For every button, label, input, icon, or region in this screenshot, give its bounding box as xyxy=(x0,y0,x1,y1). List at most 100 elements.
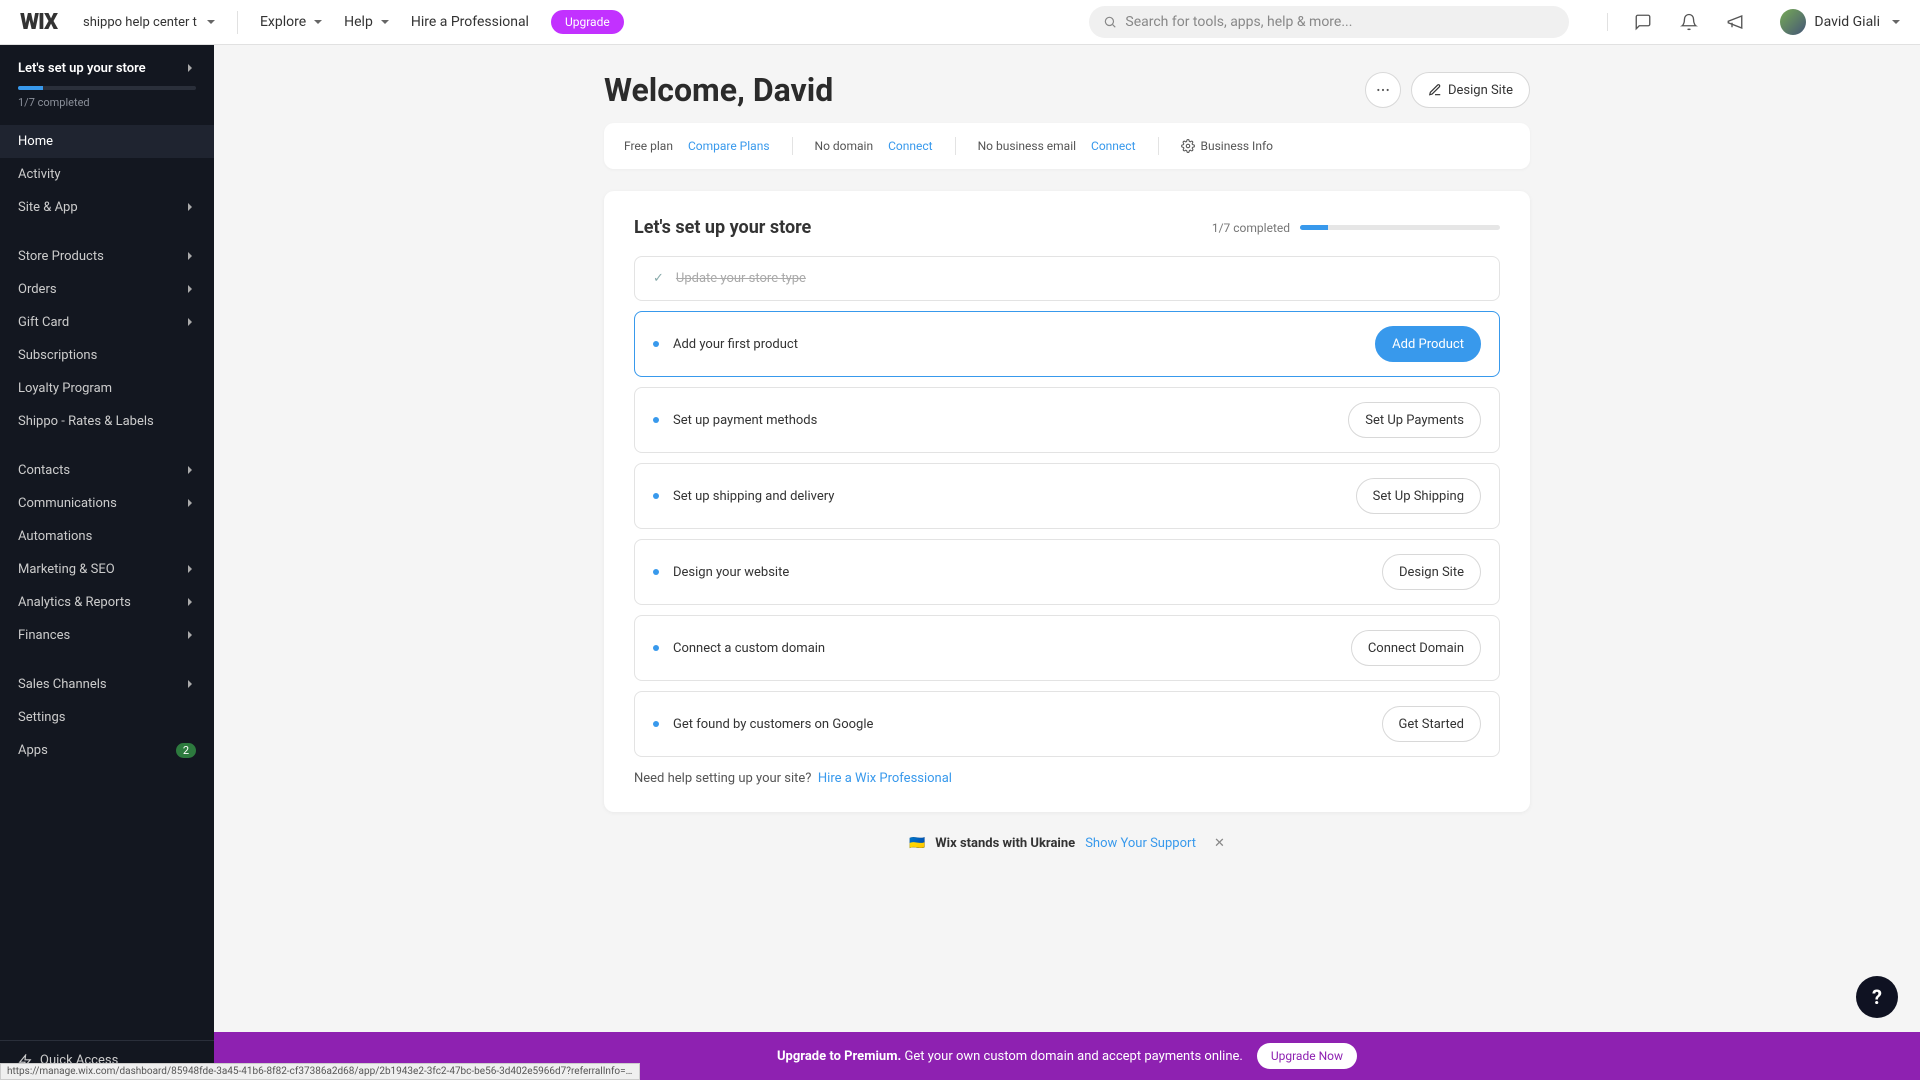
sidebar-item-communications[interactable]: Communications xyxy=(0,487,214,520)
connect-email-link[interactable]: Connect xyxy=(1091,139,1135,153)
setup-help-text: Need help setting up your site? xyxy=(634,771,811,786)
sidebar-item-label: Shippo - Rates & Labels xyxy=(18,414,154,429)
chevron-right-icon xyxy=(184,463,196,478)
sidebar-item-analytics-reports[interactable]: Analytics & Reports xyxy=(0,586,214,619)
help-fab[interactable]: ? xyxy=(1856,976,1898,1018)
business-info-link[interactable]: Business Info xyxy=(1181,139,1273,153)
domain-label: No domain xyxy=(815,139,874,153)
pencil-icon xyxy=(1428,83,1442,97)
upgrade-now-button[interactable]: Upgrade Now xyxy=(1257,1043,1357,1069)
sidebar-setup-block[interactable]: Let's set up your store 1/7 completed xyxy=(0,45,214,119)
chevron-right-icon xyxy=(184,562,196,577)
sidebar-item-finances[interactable]: Finances xyxy=(0,619,214,652)
chevron-right-icon xyxy=(184,496,196,511)
upgrade-bold: Upgrade to Premium. xyxy=(777,1049,901,1064)
sidebar-item-orders[interactable]: Orders xyxy=(0,273,214,306)
user-menu[interactable]: David Giali xyxy=(1780,9,1900,35)
ukraine-banner: 🇺🇦 Wix stands with Ukraine Show Your Sup… xyxy=(604,836,1530,851)
bell-icon[interactable] xyxy=(1680,13,1698,31)
separator xyxy=(1158,137,1159,155)
site-info-bar: Free plan Compare Plans No domain Connec… xyxy=(604,123,1530,169)
upgrade-pill[interactable]: Upgrade xyxy=(551,10,624,34)
dots-icon xyxy=(1375,82,1391,98)
sidebar-item-contacts[interactable]: Contacts xyxy=(0,454,214,487)
sidebar-item-label: Marketing & SEO xyxy=(18,562,115,577)
step-label: Update your store type xyxy=(676,271,806,286)
step-label: Set up shipping and delivery xyxy=(673,489,834,504)
setup-step[interactable]: Design your website Design Site xyxy=(634,539,1500,605)
banner-text: Wix stands with Ukraine xyxy=(935,836,1075,851)
setup-progress-bar xyxy=(1300,225,1500,230)
banner-link[interactable]: Show Your Support xyxy=(1085,836,1196,851)
chat-icon[interactable] xyxy=(1634,13,1652,31)
sidebar-progress-text: 1/7 completed xyxy=(18,96,196,109)
bullet-icon xyxy=(653,417,659,423)
sidebar-item-label: Settings xyxy=(18,710,65,725)
topbar: WIX shippo help center t Explore Help Hi… xyxy=(0,0,1920,45)
sidebar-item-label: Sales Channels xyxy=(18,677,107,692)
sidebar-item-marketing-seo[interactable]: Marketing & SEO xyxy=(0,553,214,586)
sidebar-progress-bar xyxy=(18,86,196,90)
setup-step[interactable]: ✓Update your store type xyxy=(634,256,1500,301)
nav-hire[interactable]: Hire a Professional xyxy=(411,14,529,30)
email-label: No business email xyxy=(978,139,1076,153)
setup-step[interactable]: Connect a custom domain Connect Domain xyxy=(634,615,1500,681)
search-container: Search for tools, apps, help & more... xyxy=(1089,6,1569,38)
site-selector[interactable]: shippo help center t xyxy=(75,11,238,34)
chevron-right-icon xyxy=(184,200,196,215)
connect-domain-link[interactable]: Connect xyxy=(888,139,932,153)
sidebar-item-activity[interactable]: Activity xyxy=(0,158,214,191)
sidebar-item-sales-channels[interactable]: Sales Channels xyxy=(0,668,214,701)
sidebar-item-site-app[interactable]: Site & App xyxy=(0,191,214,224)
step-action-button[interactable]: Connect Domain xyxy=(1351,630,1481,666)
nav-help[interactable]: Help xyxy=(344,14,389,30)
site-name: shippo help center t xyxy=(83,15,197,30)
step-action-button[interactable]: Add Product xyxy=(1375,326,1481,362)
top-nav: Explore Help Hire a Professional Upgrade xyxy=(260,10,624,34)
nav-explore[interactable]: Explore xyxy=(260,14,322,30)
step-action-button[interactable]: Set Up Payments xyxy=(1348,402,1481,438)
sidebar-item-label: Orders xyxy=(18,282,57,297)
close-icon[interactable]: ✕ xyxy=(1214,836,1225,851)
compare-plans-link[interactable]: Compare Plans xyxy=(688,139,770,153)
content: Welcome, David Design Site Free plan Com… xyxy=(214,45,1920,1032)
more-actions-button[interactable] xyxy=(1365,72,1401,108)
chevron-right-icon xyxy=(184,282,196,297)
chevron-down-icon xyxy=(377,14,389,30)
step-label: Design your website xyxy=(673,565,789,580)
avatar xyxy=(1780,9,1806,35)
sidebar-item-apps[interactable]: Apps2 xyxy=(0,734,214,767)
setup-step[interactable]: Add your first product Add Product xyxy=(634,311,1500,377)
step-action-button[interactable]: Design Site xyxy=(1382,554,1481,590)
step-label: Add your first product xyxy=(673,337,798,352)
sidebar: Let's set up your store 1/7 completed Ho… xyxy=(0,45,214,1080)
megaphone-icon[interactable] xyxy=(1726,13,1744,31)
wix-logo[interactable]: WIX xyxy=(20,10,57,35)
chevron-down-icon xyxy=(310,14,322,30)
sidebar-item-settings[interactable]: Settings xyxy=(0,701,214,734)
search-input[interactable]: Search for tools, apps, help & more... xyxy=(1089,6,1569,38)
sidebar-setup-title: Let's set up your store xyxy=(18,61,146,76)
separator xyxy=(792,137,793,155)
design-site-label: Design Site xyxy=(1448,83,1513,98)
hire-wix-pro-link[interactable]: Hire a Wix Professional xyxy=(818,771,952,786)
sidebar-item-subscriptions[interactable]: Subscriptions xyxy=(0,339,214,372)
sidebar-item-label: Store Products xyxy=(18,249,104,264)
setup-step[interactable]: Get found by customers on GoogleGet Star… xyxy=(634,691,1500,757)
step-action-button[interactable]: Get Started xyxy=(1382,706,1481,742)
sidebar-item-label: Analytics & Reports xyxy=(18,595,131,610)
sidebar-item-automations[interactable]: Automations xyxy=(0,520,214,553)
step-label: Connect a custom domain xyxy=(673,641,825,656)
sidebar-item-shippo-rates-labels[interactable]: Shippo - Rates & Labels xyxy=(0,405,214,438)
sidebar-item-loyalty-program[interactable]: Loyalty Program xyxy=(0,372,214,405)
design-site-button[interactable]: Design Site xyxy=(1411,72,1530,108)
setup-help: Need help setting up your site? Hire a W… xyxy=(634,771,1500,786)
setup-step[interactable]: Set up shipping and delivery Set Up Shipp… xyxy=(634,463,1500,529)
sidebar-item-gift-card[interactable]: Gift Card xyxy=(0,306,214,339)
page-header: Welcome, David Design Site xyxy=(604,71,1530,109)
sidebar-item-home[interactable]: Home xyxy=(0,125,214,158)
step-action-button[interactable]: Set Up Shipping xyxy=(1356,478,1481,514)
setup-step[interactable]: Set up payment methodsSet Up Payments xyxy=(634,387,1500,453)
sidebar-item-label: Apps xyxy=(18,743,48,758)
sidebar-item-store-products[interactable]: Store Products xyxy=(0,240,214,273)
